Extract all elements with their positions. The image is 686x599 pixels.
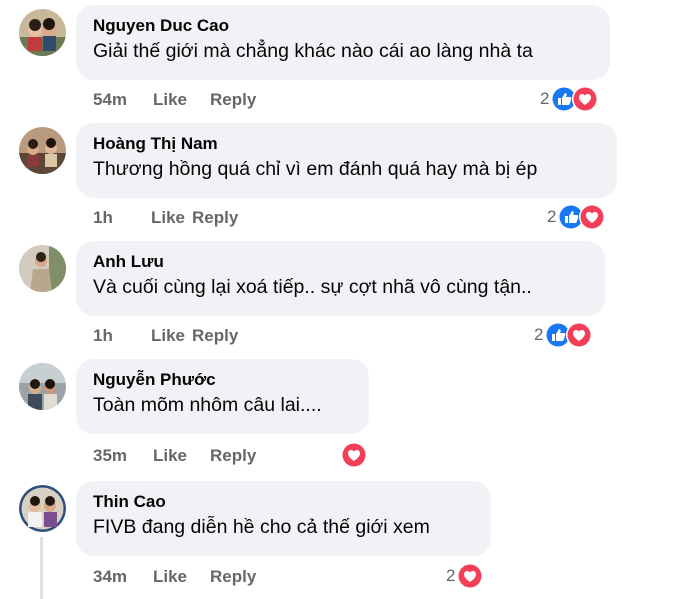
reaction-count: 2 xyxy=(547,207,557,226)
comment-author[interactable]: Nguyễn Phước xyxy=(93,369,353,390)
reply-button[interactable]: Reply xyxy=(210,89,256,111)
love-reaction-icon xyxy=(457,563,484,589)
reply-thread-line xyxy=(40,537,43,599)
comment-author[interactable]: Nguyen Duc Cao xyxy=(93,15,594,36)
avatar[interactable] xyxy=(19,485,66,532)
comment-author[interactable]: Thin Cao xyxy=(93,491,475,512)
comment-bubble: Hoàng Thị Nam Thương hồng quá chỉ vì em … xyxy=(76,123,617,198)
reaction-summary[interactable]: 2 xyxy=(540,85,599,113)
avatar[interactable] xyxy=(19,363,66,410)
avatar[interactable] xyxy=(19,9,66,56)
comment-actions: 1h Like Reply xyxy=(93,207,238,229)
reply-button[interactable]: Reply xyxy=(210,566,256,588)
comment-time[interactable]: 35m xyxy=(93,445,153,467)
reaction-summary[interactable]: 2 xyxy=(547,203,606,231)
avatar[interactable] xyxy=(19,245,66,292)
comment-time[interactable]: 1h xyxy=(93,325,151,347)
reaction-count: 2 xyxy=(446,566,456,585)
comment-text: Giải thế giới mà chẳng khác nào cái ao l… xyxy=(93,40,533,62)
comment-author[interactable]: Hoàng Thị Nam xyxy=(93,133,601,154)
love-reaction-icon xyxy=(566,322,593,348)
comment-actions: 54m Like Reply xyxy=(93,89,256,111)
love-reaction-icon xyxy=(341,442,367,468)
like-button[interactable]: Like xyxy=(153,445,210,467)
reaction-summary[interactable]: 2 xyxy=(446,562,484,590)
reaction-count: 2 xyxy=(540,89,550,108)
comment-text: Toàn mõm nhôm câu lai.... xyxy=(93,394,322,416)
comment-time[interactable]: 1h xyxy=(93,207,151,229)
comment-actions: 35m Like Reply xyxy=(93,445,256,467)
comment-actions: 34m Like Reply xyxy=(93,566,256,588)
comment-bubble: Anh Lưu Và cuối cùng lại xoá tiếp.. sự c… xyxy=(76,241,605,316)
comment-text: Thương hồng quá chỉ vì em đánh quá hay m… xyxy=(93,158,538,180)
love-reaction-icon xyxy=(579,204,606,230)
comment-bubble: Thin Cao FIVB đang diễn hề cho cả thế gi… xyxy=(76,481,491,556)
reply-button[interactable]: Reply xyxy=(192,325,238,347)
comment-bubble: Nguyễn Phước Toàn mõm nhôm câu lai.... xyxy=(76,359,369,434)
comment-bubble: Nguyen Duc Cao Giải thế giới mà chẳng kh… xyxy=(76,5,610,80)
like-button[interactable]: Like xyxy=(151,207,192,229)
reaction-summary[interactable]: 2 xyxy=(534,321,593,349)
reply-button[interactable]: Reply xyxy=(192,207,238,229)
comment-text: FIVB đang diễn hề cho cả thế giới xem xyxy=(93,516,430,538)
reaction-summary[interactable] xyxy=(339,441,367,469)
like-button[interactable]: Like xyxy=(153,89,210,111)
comment-time[interactable]: 54m xyxy=(93,89,153,111)
comment-author[interactable]: Anh Lưu xyxy=(93,251,589,272)
reaction-count: 2 xyxy=(534,325,544,344)
like-button[interactable]: Like xyxy=(153,566,210,588)
love-reaction-icon xyxy=(572,86,599,112)
like-button[interactable]: Like xyxy=(151,325,192,347)
comment-actions: 1h Like Reply xyxy=(93,325,238,347)
comment-time[interactable]: 34m xyxy=(93,566,153,588)
reply-button[interactable]: Reply xyxy=(210,445,256,467)
avatar[interactable] xyxy=(19,127,66,174)
comment-text: Và cuối cùng lại xoá tiếp.. sự cợt nhã v… xyxy=(93,276,532,298)
